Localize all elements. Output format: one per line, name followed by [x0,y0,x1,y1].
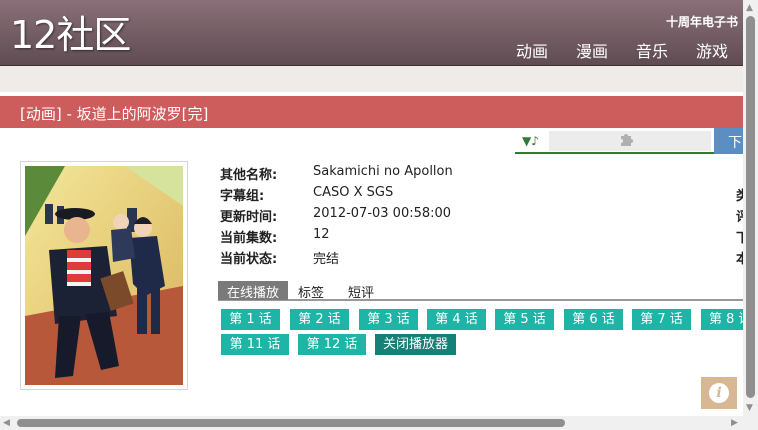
info-icon: i [709,383,729,403]
nav-item-anime[interactable]: 动画 [516,38,548,62]
scroll-down-arrow-icon[interactable]: ▼ [746,403,753,413]
nav-item-music[interactable]: 音乐 [636,38,668,62]
music-toggle-icon[interactable]: ▼♪ [522,134,539,148]
episode-button-11[interactable]: 第 11 话 [221,334,289,355]
info-row-subgroup: 字幕组: CASO X SGS [220,185,453,206]
tab-short-reviews[interactable]: 短评 [338,281,388,301]
content-tabs: 在线播放 标签 短评 [218,281,748,301]
scroll-left-arrow-icon[interactable]: ◀ [3,418,10,428]
info-label: 当前状态: [220,252,278,267]
horizontal-scrollbar[interactable]: ◀ ▶ [0,416,743,430]
episode-button-5[interactable]: 第 5 话 [495,309,554,330]
episode-button-3[interactable]: 第 3 话 [359,309,418,330]
puzzle-icon [619,131,635,153]
episode-button-1[interactable]: 第 1 话 [221,309,280,330]
info-button[interactable]: i [701,377,737,409]
episode-button-12[interactable]: 第 12 话 [298,334,366,355]
anniversary-ebook-link[interactable]: 十周年电子书 [666,13,738,30]
info-label: 字幕组: [220,189,265,204]
episode-button-6[interactable]: 第 6 话 [564,309,623,330]
vertical-scrollbar[interactable]: ▲ ▼ [743,0,758,416]
info-label: 更新时间: [220,210,278,225]
episode-button-2[interactable]: 第 2 话 [290,309,349,330]
sub-bar [0,66,758,92]
info-value: CASO X SGS [313,185,394,200]
anime-info: 其他名称: Sakamichi no Apollon 字幕组: CASO X S… [220,164,453,269]
poster-image [25,166,183,385]
anime-poster [20,161,188,390]
music-player: ▼♪ [515,128,743,154]
site-header: 12社区 十周年电子书 动画 漫画 音乐 游戏 [0,0,758,66]
scroll-right-arrow-icon[interactable]: ▶ [731,418,738,428]
scrollbar-corner [743,416,758,430]
info-value: 12 [313,227,330,242]
info-row-episodes: 当前集数: 12 [220,227,453,248]
nav-item-games[interactable]: 游戏 [696,38,728,62]
info-label: 其他名称: [220,168,278,183]
info-label: 当前集数: [220,231,278,246]
info-row-alt-name: 其他名称: Sakamichi no Apollon [220,164,453,185]
episode-button-8[interactable]: 第 8 话 [701,309,743,330]
music-note-icon: ♪ [531,134,539,148]
info-value: 2012-07-03 00:58:00 [313,206,452,221]
title-bar: [动画] - 坂道上的阿波罗[完] [0,96,758,128]
info-row-status: 当前状态: 完结 [220,248,453,269]
main-nav: 动画 漫画 音乐 游戏 [516,38,728,62]
tab-tags[interactable]: 标签 [288,281,338,301]
info-row-updated: 更新时间: 2012-07-03 00:58:00 [220,206,453,227]
page: 12社区 十周年电子书 动画 漫画 音乐 游戏 [动画] - 坂道上的阿波罗[完… [0,0,758,430]
plugin-placeholder[interactable] [549,131,711,151]
info-value: 完结 [313,252,340,267]
nav-item-manga[interactable]: 漫画 [576,38,608,62]
horizontal-scroll-thumb[interactable] [17,419,565,427]
page-title: [动画] - 坂道上的阿波罗[完] [20,105,209,123]
scroll-up-arrow-icon[interactable]: ▲ [746,3,753,13]
site-logo[interactable]: 12社区 [10,12,131,58]
vertical-scroll-thumb[interactable] [746,16,755,398]
episode-button-4[interactable]: 第 4 话 [427,309,486,330]
tab-online-play[interactable]: 在线播放 [218,281,289,301]
info-value: Sakamichi no Apollon [313,164,453,179]
episode-button-7[interactable]: 第 7 话 [632,309,691,330]
close-player-button[interactable]: 关闭播放器 [375,334,456,355]
